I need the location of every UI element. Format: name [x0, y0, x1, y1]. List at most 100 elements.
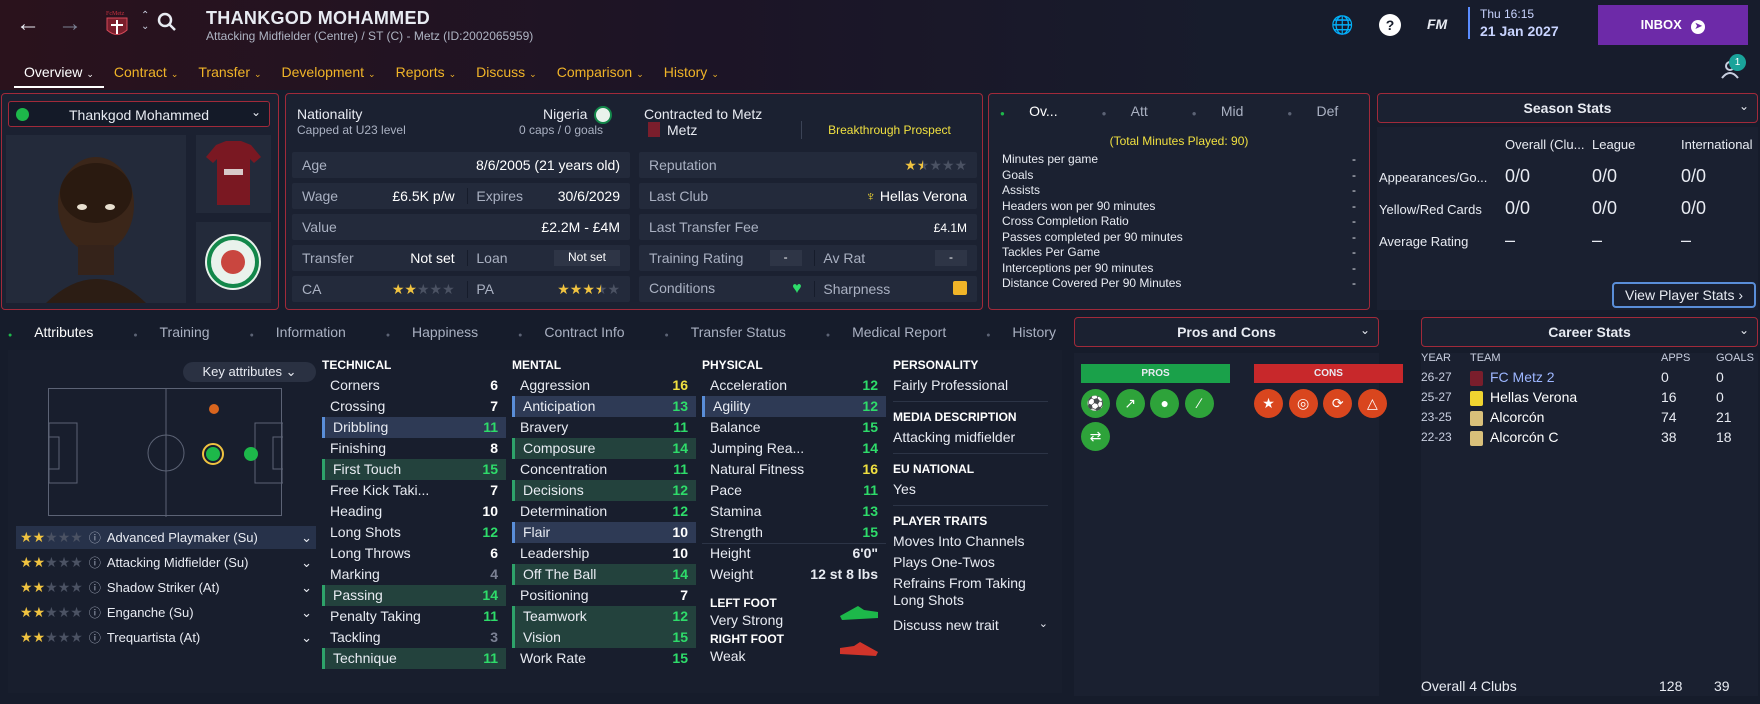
career-team[interactable]: Alcorcón C [1490, 429, 1558, 445]
subtab-contract-info[interactable]: ● Contract Info [518, 324, 644, 340]
career-team[interactable]: FC Metz 2 [1490, 369, 1555, 385]
attr-row-concentration[interactable]: Concentration 11 [512, 459, 696, 480]
career-team[interactable]: Hellas Verona [1490, 389, 1577, 405]
menu-overview[interactable]: Overview ⌄ [14, 58, 104, 88]
attr-row-corners[interactable]: Corners 6 [322, 375, 506, 396]
pa-star: ★ [594, 280, 608, 297]
globe-icon[interactable]: 🌐 [1331, 14, 1353, 36]
attr-row-positioning[interactable]: Positioning 7 [512, 585, 696, 606]
pro-passing-icon[interactable]: ⇄ [1081, 422, 1110, 451]
attr-row-vision[interactable]: Vision 15 [512, 627, 696, 648]
subtab-information[interactable]: ● Information [250, 324, 366, 340]
menu-discuss[interactable]: Discuss ⌄ [466, 58, 547, 88]
attr-row-anticipation[interactable]: Anticipation 13 [512, 396, 696, 417]
attr-row-pace[interactable]: Pace 11 [702, 480, 886, 501]
menu-contract[interactable]: Contract ⌄ [104, 58, 188, 88]
con-star-icon[interactable]: ★ [1254, 389, 1283, 418]
menu-reports[interactable]: Reports ⌄ [386, 58, 467, 88]
attr-row-technique[interactable]: Technique 11 [322, 648, 506, 669]
attr-row-balance[interactable]: Balance 15 [702, 417, 886, 438]
pro-mental-icon[interactable]: ● [1150, 389, 1180, 418]
pros-cons-header[interactable]: Pros and Cons ⌄ [1074, 317, 1379, 347]
attr-row-crossing[interactable]: Crossing 7 [322, 396, 506, 417]
attr-row-flair[interactable]: Flair 10 [512, 522, 696, 543]
attr-row-strength[interactable]: Strength 15 [702, 522, 886, 543]
con-science-icon[interactable]: △ [1357, 389, 1387, 418]
career-goals: 18 [1716, 429, 1732, 445]
subtab-attributes[interactable]: ● Attributes [8, 324, 113, 340]
trait-item[interactable]: Refrains From Taking Long Shots [893, 575, 1048, 609]
reputation-star: ★ [954, 156, 967, 173]
subtab-transfer-status[interactable]: ● Transfer Status [665, 324, 806, 340]
attr-row-work-rate[interactable]: Work Rate 15 [512, 648, 696, 669]
discuss-trait-button[interactable]: Discuss new trait ⌄ [893, 617, 1048, 633]
attr-row-bravery[interactable]: Bravery 11 [512, 417, 696, 438]
attr-row-long-shots[interactable]: Long Shots 12 [322, 522, 506, 543]
stats-tab[interactable]: ● Ov... [1000, 103, 1080, 119]
attr-row-marking[interactable]: Marking 4 [322, 564, 506, 585]
attr-row-stamina[interactable]: Stamina 13 [702, 501, 886, 522]
season-stats-header[interactable]: Season Stats ⌄ [1377, 93, 1758, 123]
season-row-label: Appearances/Go... [1379, 170, 1488, 185]
career-team[interactable]: Alcorcón [1490, 409, 1544, 425]
stats-tab[interactable]: ● Mid [1192, 103, 1266, 119]
fm-logo[interactable]: FM [1427, 16, 1447, 32]
con-injury-icon[interactable]: ⟳ [1323, 389, 1353, 418]
attr-row-composure[interactable]: Composure 14 [512, 438, 696, 459]
attr-row-off-the-ball[interactable]: Off The Ball 14 [512, 564, 696, 585]
attr-row-long-throws[interactable]: Long Throws 6 [322, 543, 506, 564]
menu-history[interactable]: History ⌄ [654, 58, 729, 88]
pro-growth-icon[interactable]: ↗ [1115, 389, 1145, 418]
pro-shooting-icon[interactable]: ⚽ [1081, 389, 1110, 418]
role-item[interactable]: ★★★★★ ⓘ Advanced Playmaker (Su) ⌄ [16, 526, 316, 549]
attr-row-agility[interactable]: Agility 12 [702, 396, 886, 417]
date-display[interactable]: Thu 16:15 21 Jan 2027 [1468, 7, 1559, 39]
search-icon[interactable] [157, 12, 177, 32]
stats-tab[interactable]: ● Def [1287, 103, 1360, 119]
role-item[interactable]: ★★★★★ ⓘ Attacking Midfielder (Su) ⌄ [16, 551, 316, 574]
club-switch-icon[interactable]: ⌃ ⌄ [141, 10, 149, 32]
subtab-training[interactable]: ● Training [133, 324, 229, 340]
attr-row-free-kick-taki-[interactable]: Free Kick Taki... 7 [322, 480, 506, 501]
attr-row-teamwork[interactable]: Teamwork 12 [512, 606, 696, 627]
attr-row-determination[interactable]: Determination 12 [512, 501, 696, 522]
forward-arrow-icon[interactable]: → [58, 10, 82, 38]
subtab-happiness[interactable]: ● Happiness [386, 324, 498, 340]
attr-row-tackling[interactable]: Tackling 3 [322, 627, 506, 648]
trait-item[interactable]: Moves Into Channels [893, 533, 1048, 550]
attr-row-leadership[interactable]: Leadership 10 [512, 543, 696, 564]
subtab-history[interactable]: ● History [986, 324, 1076, 340]
menu-comparison[interactable]: Comparison ⌄ [547, 58, 654, 88]
attr-row-aggression[interactable]: Aggression 16 [512, 375, 696, 396]
role-item[interactable]: ★★★★★ ⓘ Trequartista (At) ⌄ [16, 626, 316, 649]
role-item[interactable]: ★★★★★ ⓘ Enganche (Su) ⌄ [16, 601, 316, 624]
help-icon[interactable]: ? [1379, 14, 1401, 36]
menu-development[interactable]: Development ⌄ [272, 58, 386, 88]
attr-row-jumping-rea-[interactable]: Jumping Rea... 14 [702, 438, 886, 459]
key-attributes-select[interactable]: Key attributes ⌄ [183, 362, 316, 382]
con-target-icon[interactable]: ◎ [1288, 389, 1318, 418]
career-stats-header[interactable]: Career Stats ⌄ [1421, 317, 1758, 347]
attr-row-acceleration[interactable]: Acceleration 12 [702, 375, 886, 396]
attr-row-finishing[interactable]: Finishing 8 [322, 438, 506, 459]
view-player-stats-button[interactable]: View Player Stats › [1612, 282, 1756, 308]
menu-transfer[interactable]: Transfer ⌄ [188, 58, 271, 88]
player-select[interactable]: Thankgod Mohammed ⌄ [8, 101, 270, 127]
attr-row-first-touch[interactable]: First Touch 15 [322, 459, 506, 480]
subtab-medical-report[interactable]: ● Medical Report [826, 324, 966, 340]
attr-row-penalty-taking[interactable]: Penalty Taking 11 [322, 606, 506, 627]
pro-technique-icon[interactable]: ∕ [1184, 389, 1214, 418]
attr-row-passing[interactable]: Passing 14 [322, 585, 506, 606]
attr-row-natural-fitness[interactable]: Natural Fitness 16 [702, 459, 886, 480]
attr-row-dribbling[interactable]: Dribbling 11 [322, 417, 506, 438]
role-item[interactable]: ★★★★★ ⓘ Shadow Striker (At) ⌄ [16, 576, 316, 599]
attr-row-heading[interactable]: Heading 10 [322, 501, 506, 522]
club-name[interactable]: Metz [667, 122, 697, 138]
inbox-button[interactable]: INBOX ➤ [1598, 5, 1748, 45]
nationality-value[interactable]: Nigeria [543, 106, 587, 122]
back-arrow-icon[interactable]: ← [16, 10, 40, 38]
stats-tab[interactable]: ● Att [1102, 103, 1170, 119]
trait-item[interactable]: Plays One-Twos [893, 554, 1048, 571]
attr-value: 6 [490, 545, 498, 561]
attr-row-decisions[interactable]: Decisions 12 [512, 480, 696, 501]
